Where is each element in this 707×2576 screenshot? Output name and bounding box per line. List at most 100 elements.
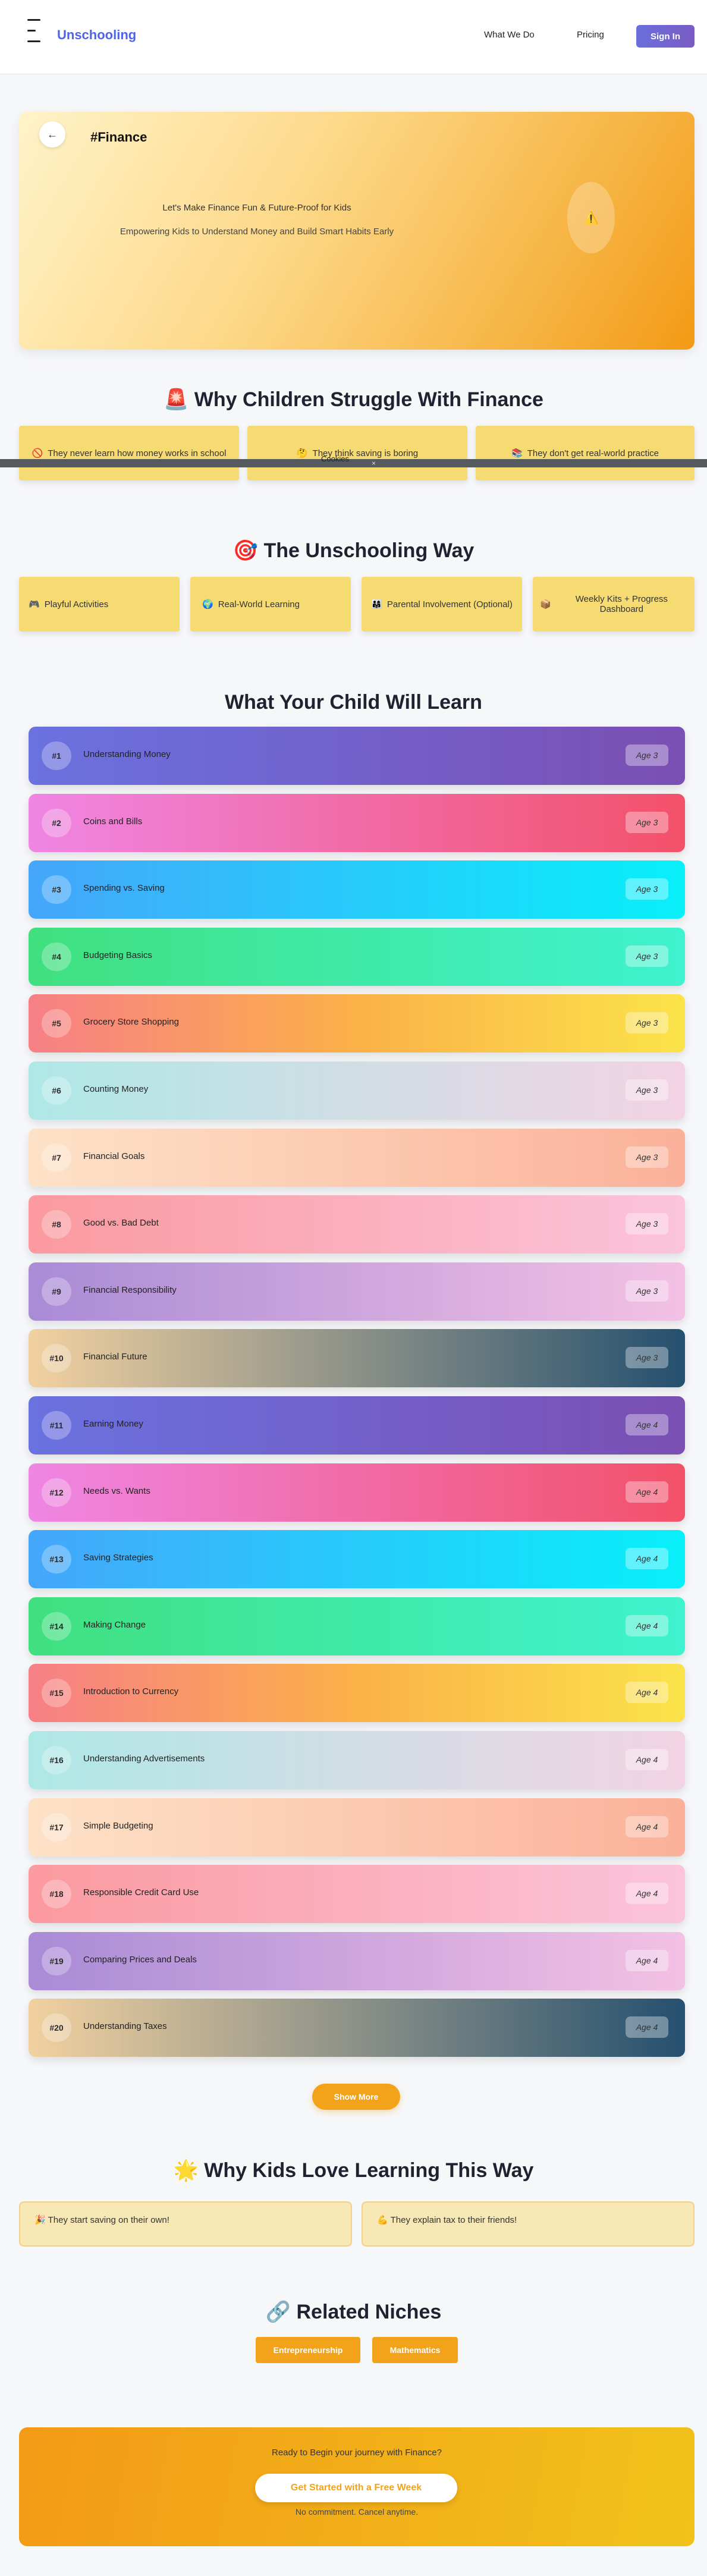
topic-age-badge: Age 3 [626, 1012, 668, 1034]
topic-age-badge: Age 3 [626, 1213, 668, 1235]
topic-card[interactable]: #5 Grocery Store Shopping Age 3 [29, 994, 685, 1053]
topic-card[interactable]: #17 Simple Budgeting Age 4 [29, 1798, 685, 1856]
way-text: Playful Activities [44, 599, 109, 610]
topic-card[interactable]: #3 Spending vs. Saving Age 3 [29, 860, 685, 919]
close-icon[interactable]: × [372, 459, 376, 467]
topic-number-badge: #9 [42, 1277, 71, 1306]
free-week-button[interactable]: Get Started with a Free Week [255, 2474, 457, 2502]
topic-name: Understanding Taxes [83, 2021, 167, 2032]
package-icon: 📦 [540, 599, 551, 610]
way-card: 🌍 Real-World Learning [190, 577, 351, 632]
topic-number-badge: #17 [42, 1812, 71, 1842]
love-text: They explain tax to their friends! [390, 2215, 517, 2225]
cta-panel: Ready to Begin your journey with Finance… [19, 2427, 695, 2546]
topic-name: Grocery Store Shopping [83, 1017, 179, 1028]
topic-number-badge: #15 [42, 1679, 71, 1708]
topic-age-badge: Age 4 [626, 1815, 668, 1837]
topic-card[interactable]: #12 Needs vs. Wants Age 4 [29, 1463, 685, 1522]
topic-card[interactable]: #2 Coins and Bills Age 3 [29, 793, 685, 852]
niches-title: 🔗 Related Niches [265, 2301, 442, 2323]
cookie-banner-text: Cookies [321, 454, 349, 463]
cookie-banner [0, 459, 707, 467]
topic-name: Good vs. Bad Debt [83, 1218, 159, 1229]
show-more-button[interactable]: Show More [312, 2084, 400, 2110]
topic-name: Counting Money [83, 1084, 149, 1094]
topic-name: Budgeting Basics [83, 950, 152, 960]
topic-card[interactable]: #7 Financial Goals Age 3 [29, 1128, 685, 1187]
brand-logo[interactable]: Unschooling [57, 27, 136, 43]
topic-number-badge: #18 [42, 1880, 71, 1909]
love-card: 🎉 They start saving on their own! [19, 2201, 352, 2247]
topic-number-badge: #14 [42, 1611, 71, 1641]
topic-age-badge: Age 4 [626, 1481, 668, 1503]
way-card: 🎮 Playful Activities [19, 577, 180, 632]
topic-name: Responsible Credit Card Use [83, 1887, 199, 1898]
back-arrow-icon[interactable]: ← [39, 121, 65, 147]
topic-age-badge: Age 3 [626, 1079, 668, 1101]
game-controller-icon: 🎮 [29, 599, 40, 610]
topic-age-badge: Age 4 [626, 1682, 668, 1704]
books-icon: 📚 [511, 448, 523, 458]
topic-card[interactable]: #19 Comparing Prices and Deals Age 4 [29, 1931, 685, 1990]
warning-icon: ⚠️ [567, 182, 615, 253]
topic-age-badge: Age 3 [626, 1146, 668, 1168]
topic-name: Introduction to Currency [83, 1686, 179, 1697]
topic-age-badge: Age 3 [626, 811, 668, 833]
topic-card[interactable]: #1 Understanding Money Age 3 [29, 727, 685, 785]
topic-name: Making Change [83, 1619, 146, 1630]
no-entry-icon: 🚫 [32, 448, 43, 458]
topic-name: Understanding Money [83, 749, 171, 759]
menu-icon[interactable] [27, 14, 40, 48]
topic-card[interactable]: #11 Earning Money Age 4 [29, 1396, 685, 1455]
sign-in-button[interactable]: Sign In [636, 25, 695, 48]
topic-card[interactable]: #8 Good vs. Bad Debt Age 3 [29, 1195, 685, 1254]
topic-number-badge: #3 [42, 875, 71, 904]
topic-number-badge: #12 [42, 1478, 71, 1507]
topic-number-badge: #2 [42, 808, 71, 837]
topic-number-badge: #19 [42, 1946, 71, 1975]
topic-card[interactable]: #20 Understanding Taxes Age 4 [29, 1999, 685, 2057]
learn-title: What Your Child Will Learn [225, 691, 482, 714]
topic-age-badge: Age 4 [626, 1414, 668, 1435]
topic-number-badge: #6 [42, 1076, 71, 1105]
topic-number-badge: #20 [42, 2013, 71, 2043]
way-card: 👨‍👩‍👧 Parental Involvement (Optional) [362, 577, 522, 632]
struggle-text: They never learn how money works in scho… [48, 448, 227, 458]
topic-name: Spending vs. Saving [83, 883, 165, 894]
topic-card[interactable]: #6 Counting Money Age 3 [29, 1061, 685, 1120]
topic-number-badge: #13 [42, 1545, 71, 1574]
topic-age-badge: Age 3 [626, 744, 668, 766]
site-header: Unschooling What We Do Pricing Sign In [0, 0, 707, 74]
way-card: 📦 Weekly Kits + Progress Dashboard [533, 577, 695, 632]
topic-card[interactable]: #14 Making Change Age 4 [29, 1597, 685, 1655]
topic-card[interactable]: #16 Understanding Advertisements Age 4 [29, 1731, 685, 1789]
topic-card[interactable]: #18 Responsible Credit Card Use Age 4 [29, 1865, 685, 1924]
party-icon: 🎉 [34, 2215, 46, 2225]
topic-name: Needs vs. Wants [83, 1485, 150, 1496]
topic-card[interactable]: #4 Budgeting Basics Age 3 [29, 927, 685, 986]
niche-entrepreneurship-button[interactable]: Entrepreneurship [256, 2337, 360, 2363]
hero-subtitle: Empowering Kids to Understand Money and … [120, 227, 394, 237]
love-title: 🌟 Why Kids Love Learning This Way [173, 2159, 534, 2182]
struggle-card: 🤔 They think saving is boring [247, 426, 467, 480]
way-text: Real-World Learning [218, 599, 300, 610]
topic-number-badge: #5 [42, 1009, 71, 1038]
topic-age-badge: Age 4 [626, 1883, 668, 1905]
cta-note: No commitment. Cancel anytime. [295, 2507, 419, 2517]
topic-number-badge: #7 [42, 1143, 71, 1172]
topic-card[interactable]: #10 Financial Future Age 3 [29, 1329, 685, 1388]
nav-pricing[interactable]: Pricing [577, 30, 604, 40]
topic-card[interactable]: #15 Introduction to Currency Age 4 [29, 1664, 685, 1723]
topic-age-badge: Age 4 [626, 1749, 668, 1770]
hero-banner: ← #Finance Let's Make Finance Fun & Futu… [19, 112, 695, 350]
topic-card[interactable]: #13 Saving Strategies Age 4 [29, 1530, 685, 1589]
topic-number-badge: #10 [42, 1344, 71, 1373]
love-text: They start saving on their own! [48, 2215, 169, 2225]
topic-age-badge: Age 3 [626, 1347, 668, 1369]
nav-what-we-do[interactable]: What We Do [484, 30, 535, 40]
topic-card[interactable]: #9 Financial Responsibility Age 3 [29, 1262, 685, 1321]
topic-name: Financial Responsibility [83, 1284, 177, 1295]
struggle-card: 🚫 They never learn how money works in sc… [19, 426, 239, 480]
topic-name: Simple Budgeting [83, 1820, 153, 1831]
niche-mathematics-button[interactable]: Mathematics [372, 2337, 458, 2363]
